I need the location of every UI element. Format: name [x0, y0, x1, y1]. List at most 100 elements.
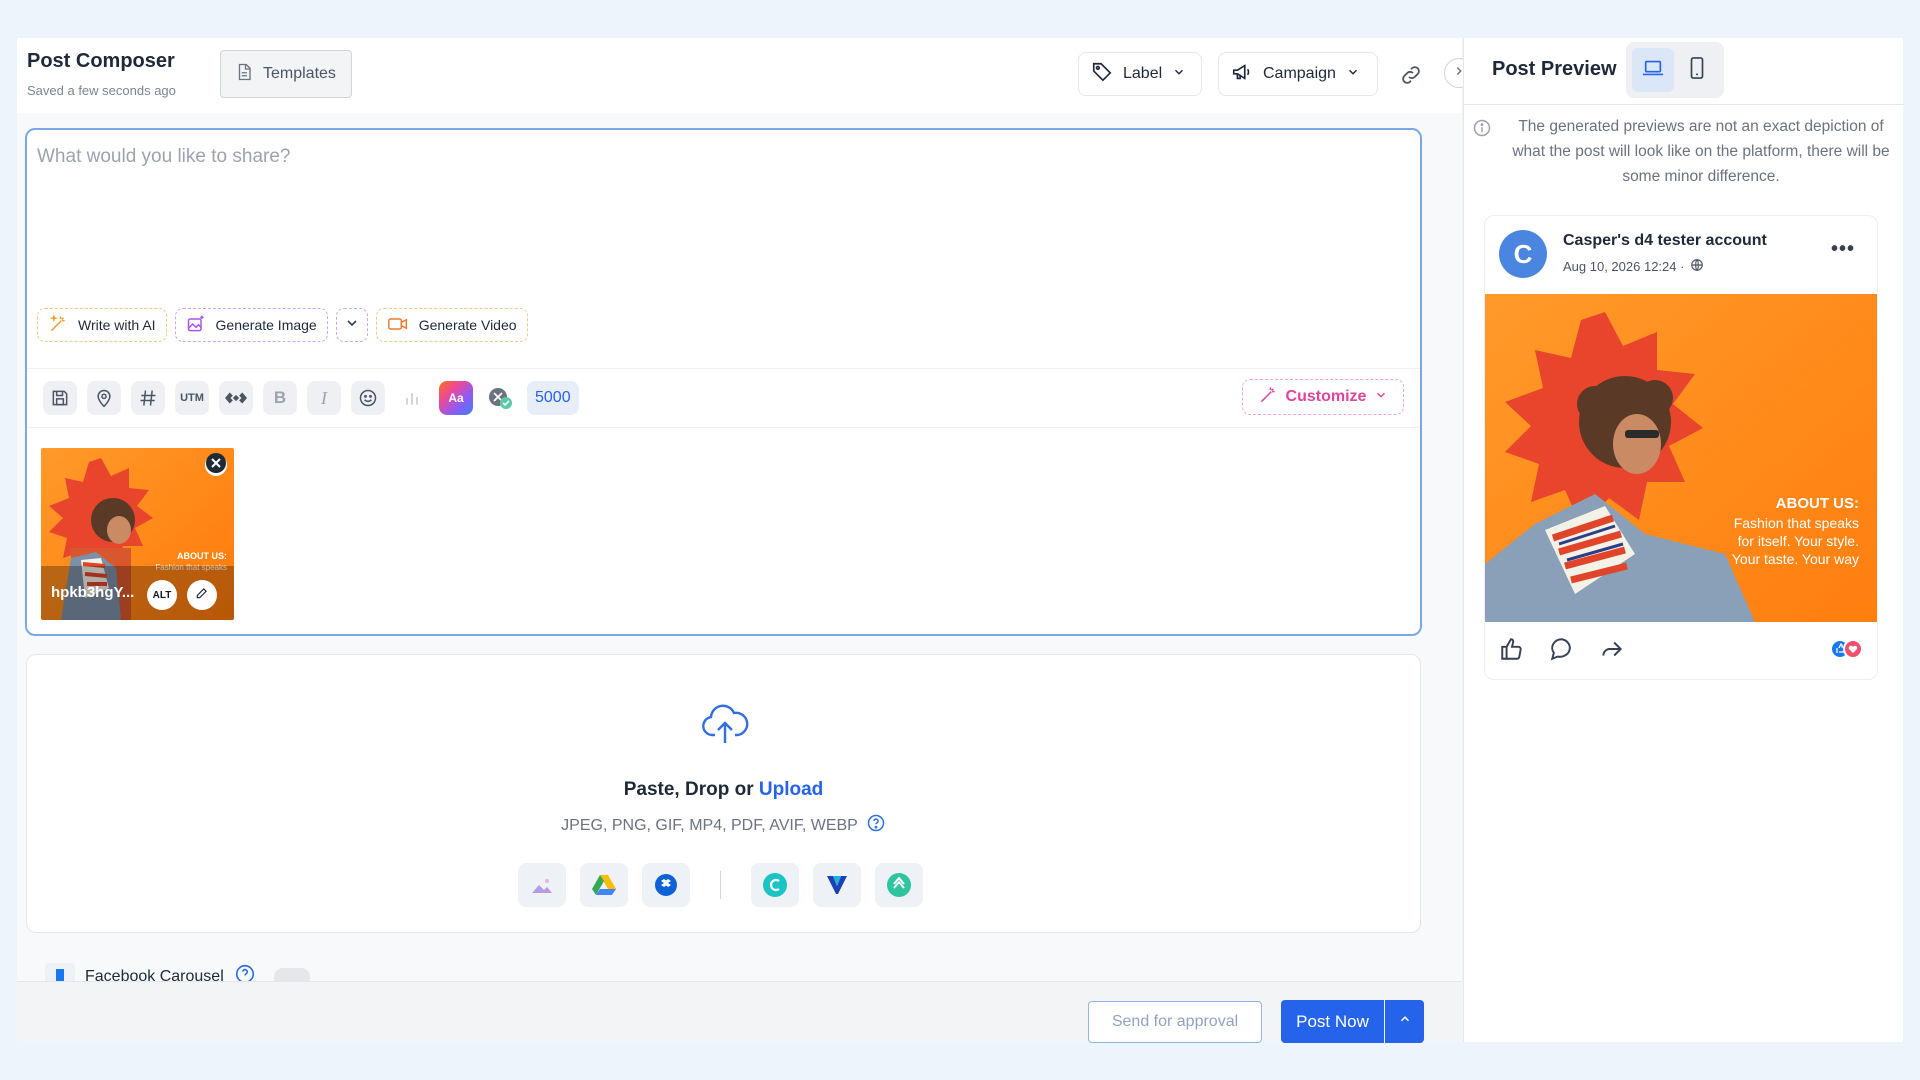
postnitro-icon[interactable]	[875, 863, 923, 907]
post-text-input[interactable]: What would you like to share?	[37, 146, 290, 168]
chevron-down-icon	[1346, 65, 1360, 84]
templates-label: Templates	[263, 65, 336, 82]
image-line-3: Your taste. Your way	[1732, 551, 1859, 567]
campaign-button-text: Campaign	[1263, 65, 1336, 82]
bold-icon[interactable]: B	[263, 381, 297, 415]
generate-image-options-button[interactable]	[335, 308, 368, 342]
thumb-overlay-heading: ABOUT US:	[177, 551, 227, 561]
campaign-dropdown[interactable]: Campaign	[1218, 52, 1378, 96]
comment-icon[interactable]	[1549, 636, 1575, 667]
twitter-x-icon[interactable]	[483, 381, 517, 415]
media-source-buttons	[518, 863, 923, 907]
generate-image-button[interactable]: Generate Image	[174, 308, 328, 342]
more-icon[interactable]: •••	[1831, 238, 1855, 261]
preview-divider	[1464, 104, 1904, 105]
post-image: ABOUT US: Fashion that speaks for itself…	[1485, 294, 1877, 622]
post-date: Aug 10, 2026 12:24 ·	[1563, 258, 1704, 275]
account-name: Casper's d4 tester account	[1563, 232, 1767, 249]
google-drive-icon[interactable]	[580, 863, 628, 907]
preview-title: Post Preview	[1492, 58, 1617, 80]
italic-glyph: I	[321, 387, 327, 408]
cloud-upload-icon	[701, 703, 749, 752]
dropzone-instructions: Paste, Drop or Upload	[27, 779, 1420, 801]
preview-disclaimer: The generated previews are not an exact …	[1512, 118, 1890, 185]
label-dropdown[interactable]: Label	[1078, 52, 1202, 96]
generate-video-button[interactable]: Generate Video	[375, 308, 528, 342]
saved-status: Saved a few seconds ago	[27, 83, 176, 98]
post-preview-panel: Post Preview The generated previews are …	[1463, 38, 1904, 1042]
bold-glyph: B	[273, 388, 287, 407]
label-button-text: Label	[1123, 65, 1163, 82]
share-icon[interactable]	[1599, 636, 1625, 667]
alt-text-button[interactable]: ALT	[147, 580, 177, 610]
composer-footer: Send for approval Post Now	[17, 981, 1462, 1043]
editor-toolbar: UTM B I Aa 5000 Customize	[27, 368, 1420, 428]
desktop-view-button[interactable]	[1632, 48, 1674, 92]
chevron-down-icon	[1374, 388, 1388, 407]
media-library-icon[interactable]	[518, 863, 566, 907]
remove-attachment-button[interactable]	[205, 452, 227, 479]
magic-wand-icon	[1258, 385, 1278, 410]
link-shortener-icon[interactable]	[219, 381, 253, 415]
edit-attachment-button[interactable]	[187, 580, 217, 610]
help-icon[interactable]	[866, 813, 886, 838]
like-icon[interactable]	[1499, 636, 1525, 667]
link-icon[interactable]	[1396, 60, 1426, 90]
sources-divider	[720, 871, 721, 899]
reactions-icon	[1829, 638, 1869, 660]
dropbox-icon[interactable]	[642, 863, 690, 907]
image-line-2: for itself. Your style.	[1738, 533, 1859, 549]
avatar: C	[1499, 230, 1547, 278]
composer-header: Post Composer Saved a few seconds ago Te…	[17, 38, 1474, 113]
post-actions	[1499, 636, 1625, 667]
chevron-down-icon	[1172, 65, 1186, 84]
formats-text: JPEG, PNG, GIF, MP4, PDF, AVIF, WEBP	[561, 816, 858, 834]
post-composer-panel: Post Composer Saved a few seconds ago Te…	[17, 38, 1475, 1043]
write-with-ai-button[interactable]: Write with AI	[37, 308, 167, 342]
video-camera-icon	[387, 314, 409, 337]
image-sparkle-icon	[186, 314, 206, 337]
laptop-icon	[1642, 58, 1664, 83]
post-image-art: ABOUT US: Fashion that speaks for itself…	[1485, 294, 1877, 622]
ai-actions-row: Write with AI Generate Image Generate Vi…	[37, 308, 528, 342]
send-for-approval-button[interactable]: Send for approval	[1088, 1001, 1262, 1043]
utm-icon[interactable]: UTM	[175, 381, 209, 415]
save-icon[interactable]	[43, 381, 77, 415]
chevron-down-icon	[344, 315, 360, 336]
dropzone-prefix: Paste, Drop or	[623, 779, 759, 800]
emoji-icon[interactable]	[351, 381, 385, 415]
image-line-1: Fashion that speaks	[1734, 515, 1859, 531]
facebook-post-preview-card: C Casper's d4 tester account Aug 10, 202…	[1484, 215, 1878, 680]
document-icon	[235, 63, 253, 86]
vistacreate-icon[interactable]	[813, 863, 861, 907]
composer-title-block: Post Composer Saved a few seconds ago	[27, 50, 176, 98]
tag-icon	[1091, 61, 1113, 88]
customize-label: Customize	[1285, 388, 1367, 405]
edit-icon	[195, 586, 209, 605]
location-icon[interactable]	[87, 381, 121, 415]
hashtag-icon[interactable]	[131, 381, 165, 415]
post-now-button[interactable]: Post Now	[1281, 1000, 1384, 1043]
post-date-text: Aug 10, 2026 12:24 ·	[1563, 259, 1685, 274]
composer-title: Post Composer	[27, 50, 175, 72]
generate-image-label: Generate Image	[215, 317, 317, 333]
post-options-button[interactable]	[1385, 1000, 1424, 1043]
upload-link[interactable]: Upload	[759, 779, 823, 800]
templates-button[interactable]: Templates	[220, 50, 352, 98]
mobile-view-button[interactable]	[1676, 48, 1718, 92]
globe-icon	[1690, 258, 1704, 275]
chevron-up-icon	[1398, 1012, 1412, 1031]
font-style-icon[interactable]: Aa	[439, 381, 473, 415]
megaphone-icon	[1231, 61, 1253, 88]
generate-video-label: Generate Video	[418, 317, 517, 333]
italic-icon[interactable]: I	[307, 381, 341, 415]
write-with-ai-label: Write with AI	[78, 317, 156, 333]
magic-wand-icon	[48, 313, 68, 337]
media-attachment-thumbnail[interactable]: ABOUT US: Fashion that speaks hpkb3hgY..…	[41, 448, 234, 620]
chart-icon[interactable]	[395, 381, 429, 415]
customize-button[interactable]: Customize	[1242, 379, 1404, 415]
close-icon	[205, 452, 227, 479]
canva-icon[interactable]	[751, 863, 799, 907]
post-editor[interactable]: What would you like to share? Write with…	[25, 128, 1422, 636]
media-dropzone[interactable]: Paste, Drop or Upload JPEG, PNG, GIF, MP…	[26, 654, 1421, 933]
